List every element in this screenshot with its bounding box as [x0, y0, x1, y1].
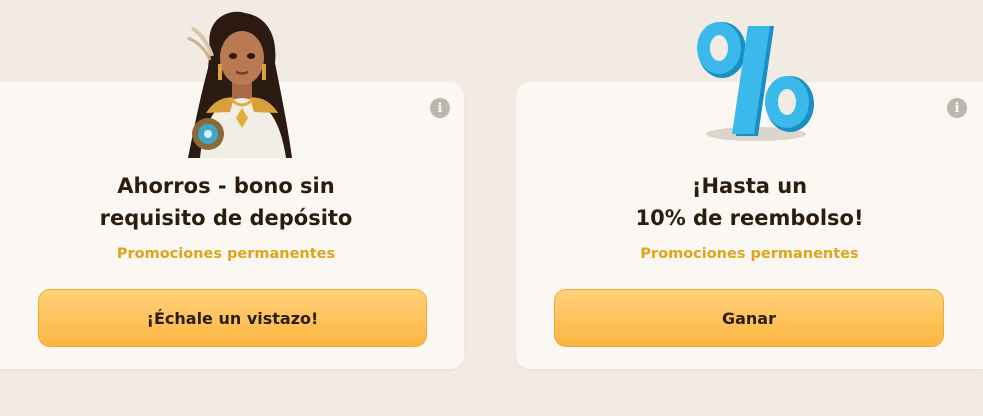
- promo-title: ¡Hasta un 10% de reembolso!: [516, 170, 983, 234]
- percent-sign-3d-icon: [697, 22, 814, 141]
- promo-subtitle: Promociones permanentes: [640, 246, 859, 262]
- info-icon[interactable]: i: [430, 98, 450, 118]
- check-it-out-button[interactable]: ¡Échale un vistazo!: [38, 289, 427, 347]
- woman-character-illustration: [187, 11, 292, 158]
- promo-title-line2: requisito de depósito: [99, 206, 353, 230]
- promo-subtitle: Promociones permanentes: [116, 246, 336, 262]
- promo-title: Ahorros - bono sin requisito de depósito: [0, 170, 464, 234]
- promo-title-line2: 10% de reembolso!: [635, 206, 864, 230]
- promo-title-line1: ¡Hasta un: [691, 174, 808, 198]
- win-button[interactable]: Ganar: [554, 289, 944, 347]
- info-icon[interactable]: i: [947, 98, 967, 118]
- promo-title-line1: Ahorros - bono sin: [117, 174, 335, 198]
